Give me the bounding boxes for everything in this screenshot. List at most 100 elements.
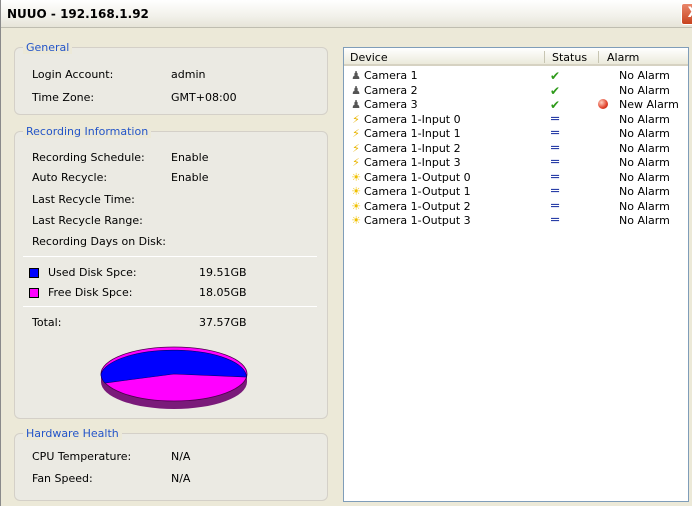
input-icon: ⚡ [352, 156, 360, 169]
idle-icon: ═ [551, 198, 559, 214]
auto-recycle-value: Enable [171, 171, 209, 184]
close-icon: X [688, 5, 692, 21]
hardware-health-legend: Hardware Health [23, 427, 122, 440]
auto-recycle-label: Auto Recycle: [32, 171, 108, 184]
last-recycle-range-label: Last Recycle Range: [32, 214, 143, 227]
idle-icon: ═ [551, 140, 559, 156]
device-name: Camera 1-Output 1 [364, 185, 471, 198]
check-icon: ✔ [549, 83, 561, 98]
recording-info-group: Recording Information Recording Schedule… [14, 125, 328, 419]
device-name: Camera 1-Output 3 [364, 214, 471, 227]
device-name: Camera 1-Input 2 [364, 141, 461, 155]
close-button[interactable]: X [681, 3, 692, 25]
free-disk-label: Free Disk Spce: [48, 286, 133, 299]
general-legend: General [23, 41, 73, 54]
camera-icon: ♟ [351, 98, 361, 111]
divider [23, 306, 317, 307]
divider [23, 256, 317, 257]
alarm-status: No Alarm [619, 83, 670, 97]
cpu-temperature-label: CPU Temperature: [32, 450, 132, 463]
used-disk-swatch [29, 268, 39, 278]
device-row[interactable]: ⚡ Camera 1-Input 2 ═ No Alarm [344, 140, 688, 156]
input-icon: ⚡ [352, 112, 360, 126]
input-icon: ⚡ [352, 127, 360, 140]
idle-icon: ═ [551, 126, 559, 141]
device-name: Camera 1-Input 0 [364, 112, 461, 126]
device-name: Camera 1-Input 3 [364, 156, 461, 169]
device-row[interactable]: ⚡ Camera 1-Input 1 ═ No Alarm [344, 127, 688, 141]
window-title: NUUO - 192.168.1.92 [7, 7, 149, 21]
idle-icon: ═ [551, 155, 559, 170]
camera-icon: ♟ [351, 69, 361, 82]
device-row[interactable]: ⚡ Camera 1-Input 3 ═ No Alarm [344, 156, 688, 170]
time-zone-value: GMT+08:00 [171, 91, 237, 104]
device-name: Camera 1-Output 0 [364, 170, 471, 184]
device-list[interactable]: Device Status Alarm ♟ Camera 1 ✔ No Alarm ♟ C… [343, 47, 689, 502]
used-disk-label: Used Disk Spce: [48, 266, 137, 279]
device-row[interactable]: ♟ Camera 1 ✔ No Alarm [344, 69, 688, 83]
idle-icon: ═ [551, 111, 559, 127]
device-row[interactable]: ☀ Camera 1-Output 1 ═ No Alarm [344, 185, 688, 199]
recording-info-legend: Recording Information [23, 125, 152, 138]
free-disk-value: 18.05GB [199, 286, 247, 299]
title-bar[interactable]: NUUO - 192.168.1.92 X [1, 0, 692, 28]
free-disk-swatch [29, 288, 39, 298]
camera-icon: ♟ [351, 83, 361, 97]
alarm-status: No Alarm [619, 112, 670, 126]
column-divider[interactable] [544, 51, 545, 63]
column-header-device[interactable]: Device [350, 51, 388, 64]
device-row[interactable]: ♟ Camera 3 ✔ New Alarm [344, 98, 688, 112]
idle-icon: ═ [551, 213, 559, 228]
server-info-panel: General Login Account: admin Time Zone: … [12, 37, 334, 502]
check-icon: ✔ [549, 69, 561, 83]
device-name: Camera 1-Input 1 [364, 127, 461, 140]
device-name: Camera 1-Output 2 [364, 199, 471, 213]
device-row[interactable]: ☀ Camera 1-Output 3 ═ No Alarm [344, 214, 688, 228]
idle-icon: ═ [551, 184, 559, 199]
recording-schedule-value: Enable [171, 151, 209, 164]
time-zone-label: Time Zone: [32, 91, 95, 104]
total-label: Total: [32, 316, 62, 329]
general-group: General Login Account: admin Time Zone: … [14, 41, 328, 115]
column-header-alarm[interactable]: Alarm [607, 51, 639, 64]
device-name: Camera 3 [364, 98, 418, 111]
used-disk-value: 19.51GB [199, 266, 247, 279]
disk-usage-pie-chart [100, 346, 248, 409]
alarm-status: No Alarm [619, 127, 670, 140]
alarm-status: No Alarm [619, 199, 670, 213]
alarm-status: No Alarm [619, 214, 670, 227]
column-header-status[interactable]: Status [552, 51, 587, 64]
fan-speed-label: Fan Speed: [32, 472, 93, 485]
device-row[interactable]: ♟ Camera 2 ✔ No Alarm [344, 84, 688, 98]
alarm-status: New Alarm [619, 98, 679, 111]
output-icon: ☀ [351, 170, 361, 184]
device-name: Camera 1 [364, 69, 418, 82]
alarm-status: No Alarm [619, 156, 670, 169]
last-recycle-time-label: Last Recycle Time: [32, 193, 135, 206]
output-icon: ☀ [351, 199, 361, 213]
alarm-dot-icon [598, 99, 608, 109]
output-icon: ☀ [351, 185, 361, 198]
output-icon: ☀ [351, 214, 361, 227]
hardware-health-group: Hardware Health CPU Temperature: N/A Fan… [14, 427, 328, 501]
login-account-label: Login Account: [32, 68, 114, 81]
recording-schedule-label: Recording Schedule: [32, 151, 145, 164]
recording-days-label: Recording Days on Disk: [32, 235, 166, 248]
check-icon: ✔ [549, 98, 561, 112]
alarm-status: No Alarm [619, 170, 670, 184]
input-icon: ⚡ [352, 141, 360, 155]
alarm-status: No Alarm [619, 185, 670, 198]
device-row[interactable]: ☀ Camera 1-Output 0 ═ No Alarm [344, 169, 688, 185]
device-list-header: Device Status Alarm [344, 48, 688, 66]
nuuo-window: NUUO - 192.168.1.92 X General Login Acco… [0, 0, 692, 506]
fan-speed-value: N/A [171, 472, 191, 485]
total-value: 37.57GB [199, 316, 247, 329]
cpu-temperature-value: N/A [171, 450, 191, 463]
alarm-status: No Alarm [619, 141, 670, 155]
login-account-value: admin [171, 68, 206, 81]
column-divider[interactable] [598, 51, 599, 63]
alarm-status: No Alarm [619, 69, 670, 82]
idle-icon: ═ [551, 169, 559, 185]
device-row[interactable]: ☀ Camera 1-Output 2 ═ No Alarm [344, 198, 688, 214]
device-row[interactable]: ⚡ Camera 1-Input 0 ═ No Alarm [344, 111, 688, 127]
